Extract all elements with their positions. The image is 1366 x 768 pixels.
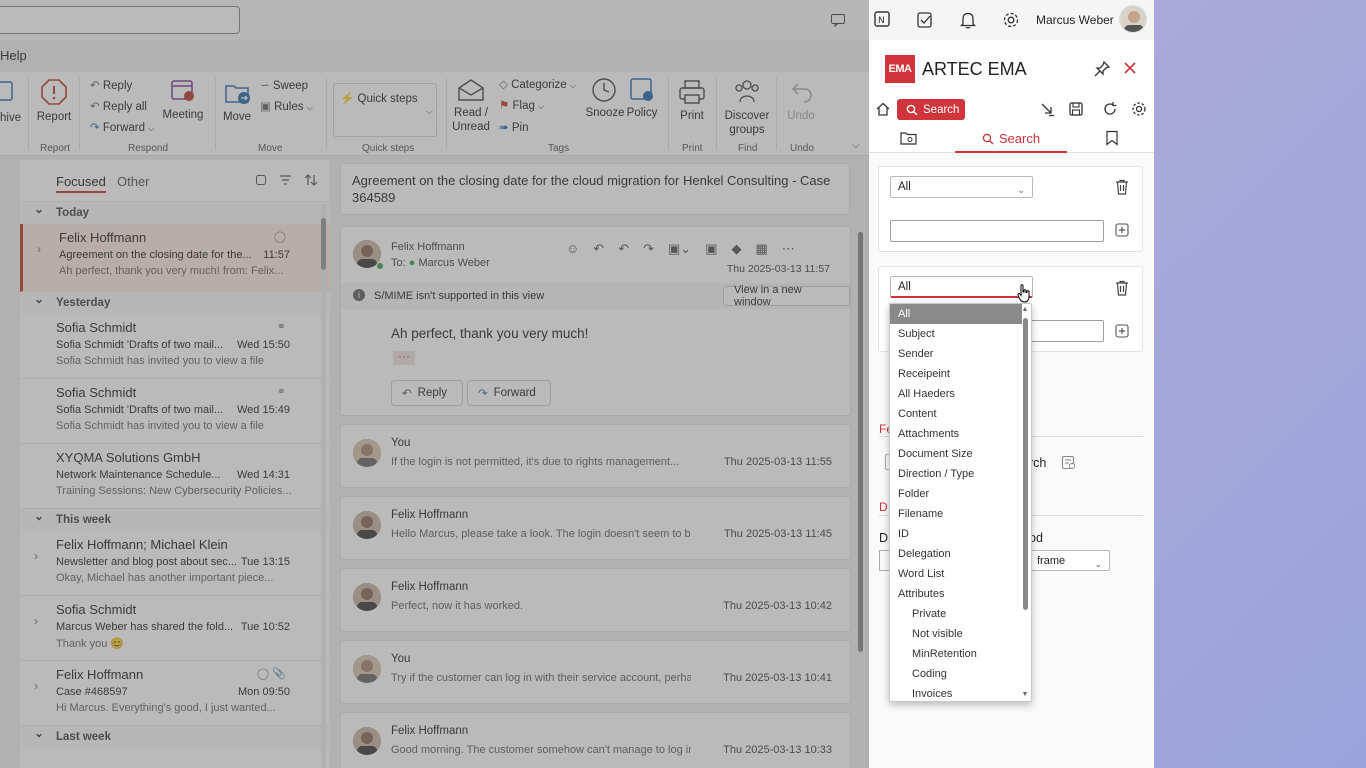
search-icon xyxy=(906,104,918,116)
user-avatar[interactable] xyxy=(1119,5,1147,33)
dropdown-option[interactable]: Sender xyxy=(890,344,1022,364)
refresh-icon[interactable] xyxy=(1102,101,1118,117)
dropdown-option[interactable]: MinRetention xyxy=(890,644,1022,664)
field-select-open[interactable]: All xyxy=(890,276,1033,298)
home-icon[interactable] xyxy=(875,101,891,117)
tab-folders[interactable] xyxy=(900,130,918,146)
gear-icon[interactable] xyxy=(1131,101,1147,117)
dropdown-option[interactable]: Not visible xyxy=(890,624,1022,644)
search-icon xyxy=(982,133,994,144)
label-partial: D xyxy=(879,531,889,545)
hand-cursor-icon xyxy=(1017,284,1031,304)
criterion-card: All ⌄ xyxy=(878,166,1143,252)
dropdown-option[interactable]: Direction / Type xyxy=(890,464,1022,484)
dropdown-options: All Subject Sender Receipeint All Haeders Con… xyxy=(890,304,1031,701)
save-icon[interactable] xyxy=(1068,101,1084,117)
dropdown-option[interactable]: Subject xyxy=(890,324,1022,344)
dropdown-option[interactable]: Coding xyxy=(890,664,1022,684)
dropdown-option[interactable]: Filename xyxy=(890,504,1022,524)
dropdown-option[interactable]: Invoices xyxy=(890,684,1022,701)
search-button-label: Search xyxy=(923,103,960,116)
panel-topbar: N Marcus Weber xyxy=(869,0,1154,40)
dropdown-option[interactable]: Document Size xyxy=(890,444,1022,464)
bell-icon[interactable] xyxy=(959,11,977,29)
settings-icon[interactable] xyxy=(1002,11,1020,29)
delete-icon[interactable] xyxy=(1115,179,1129,195)
user-name: Marcus Weber xyxy=(1036,13,1114,27)
tab-search-label: Search xyxy=(998,131,1041,146)
dropdown-option[interactable]: Delegation xyxy=(890,544,1022,564)
dropdown-option[interactable]: Private xyxy=(890,604,1022,624)
dropdown-option[interactable]: All xyxy=(890,304,1022,324)
add-icon[interactable] xyxy=(1115,324,1129,338)
chevron-down-icon: ⌄ xyxy=(1094,559,1102,569)
svg-text:N: N xyxy=(878,16,885,26)
dropdown-group-label: Attributes xyxy=(898,588,945,600)
dropdown-option[interactable]: Folder xyxy=(890,484,1022,504)
export-icon[interactable] xyxy=(1039,101,1055,117)
modal-dim-overlay xyxy=(0,0,869,768)
dropdown-option[interactable]: Content xyxy=(890,404,1022,424)
panel-title: ARTEC EMA xyxy=(922,59,1027,79)
dropdown-option[interactable]: Attachments xyxy=(890,424,1022,444)
time-frame-select[interactable]: frame ⌄ xyxy=(1029,550,1110,571)
onenote-icon[interactable]: N xyxy=(873,10,891,28)
scroll-down-icon[interactable]: ▼ xyxy=(1021,691,1029,699)
chevron-down-icon: ⌄ xyxy=(1017,185,1025,195)
dropdown-option[interactable]: Word List xyxy=(890,564,1022,584)
tasks-icon[interactable] xyxy=(916,11,934,29)
search-settings-icon[interactable] xyxy=(1061,455,1076,470)
dropdown-option[interactable]: Receipeint xyxy=(890,364,1022,384)
dropdown-option[interactable]: ID xyxy=(890,524,1022,544)
value-input[interactable] xyxy=(890,220,1104,242)
field-select[interactable]: All ⌄ xyxy=(890,176,1033,198)
search-button[interactable]: Search xyxy=(897,99,965,120)
pin-icon[interactable] xyxy=(1093,60,1111,78)
section-heading-partial: D xyxy=(879,500,888,514)
dropdown-scrollbar[interactable]: ▲ ▼ xyxy=(1021,306,1029,699)
tab-search[interactable]: Search xyxy=(955,126,1067,153)
tab-bookmarks[interactable] xyxy=(1105,130,1119,146)
scroll-up-icon[interactable]: ▲ xyxy=(1021,306,1029,314)
close-icon[interactable] xyxy=(1122,60,1138,76)
add-icon[interactable] xyxy=(1115,223,1129,237)
dropdown-option[interactable]: All Haeders xyxy=(890,384,1022,404)
ema-logo: EMA xyxy=(885,55,915,83)
field-dropdown-list[interactable]: All Subject Sender Receipeint All Haeders Con… xyxy=(889,303,1032,702)
delete-icon[interactable] xyxy=(1115,280,1129,296)
